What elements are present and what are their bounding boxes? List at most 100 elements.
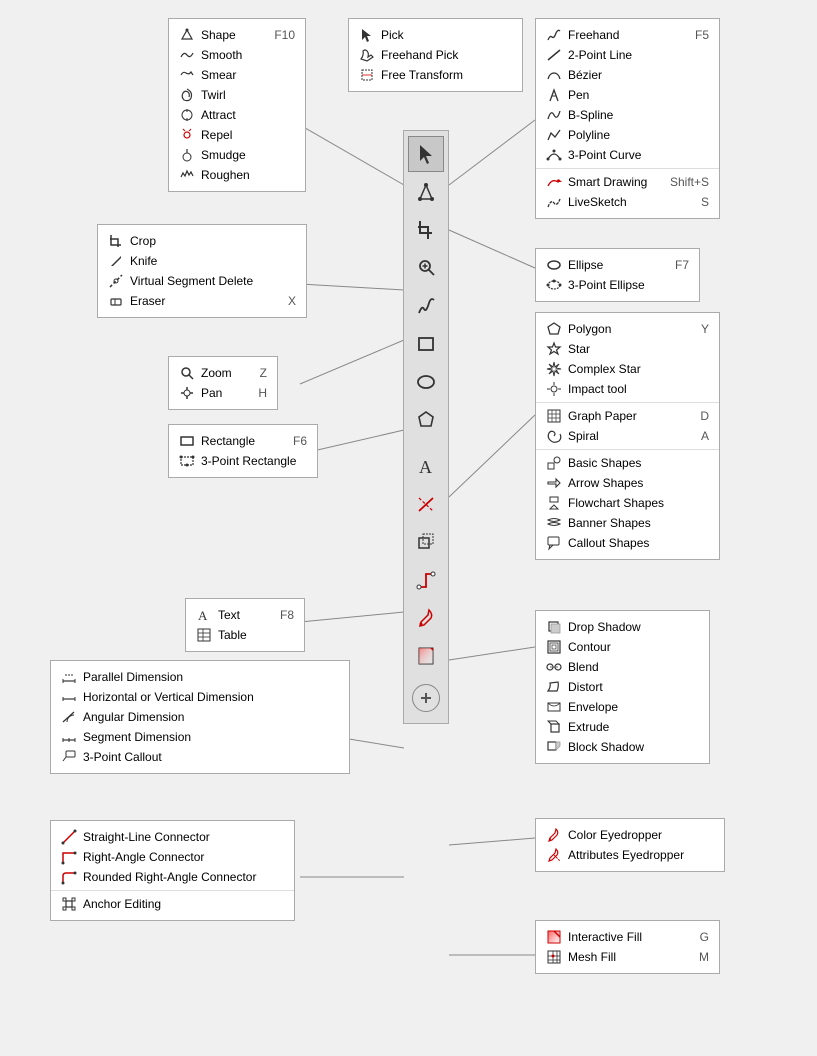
graph-paper-icon [546,408,562,424]
freehand-tool[interactable]: Freehand F5 [536,25,719,45]
spiral-tool[interactable]: Spiral A [536,426,719,446]
bezier-tool[interactable]: Bézier [536,65,719,85]
toolbar-draw-btn[interactable] [408,288,444,324]
attract-tool[interactable]: Attract [169,105,305,125]
repel-tool[interactable]: Repel [169,125,305,145]
main-toolbar: A [403,130,449,724]
virtual-segment-tool[interactable]: Virtual Segment Delete [98,271,306,291]
banner-shapes-tool[interactable]: Banner Shapes [536,513,719,533]
3pt-ellipse-tool[interactable]: 3-Point Ellipse [536,275,699,295]
parallel-dim-tool[interactable]: Parallel Dimension [51,667,349,687]
right-angle-connector-icon [61,849,77,865]
color-eyedropper-tool[interactable]: Color Eyedropper [536,825,724,845]
smart-drawing-tool[interactable]: Smart Drawing Shift+S [536,172,719,192]
toolbar-crop-btn[interactable] [408,212,444,248]
rounded-connector-tool[interactable]: Rounded Right-Angle Connector [51,867,294,887]
shape-tool[interactable]: Shape F10 [169,25,305,45]
3pt-curve-tool[interactable]: 3-Point Curve [536,145,719,165]
complex-star-icon [546,361,562,377]
crop-tool[interactable]: Crop [98,231,306,251]
livesketch-tool[interactable]: LiveSketch S [536,192,719,212]
envelope-tool[interactable]: Envelope [536,697,709,717]
zoom-tool[interactable]: Zoom Z [169,363,277,383]
pan-icon [179,385,195,401]
rectangle-tool[interactable]: Rectangle F6 [169,431,317,451]
freehand-pick-tool[interactable]: Freehand Pick [349,45,522,65]
toolbar-effects-btn[interactable] [408,524,444,560]
angular-dim-tool[interactable]: Angular Dimension [51,707,349,727]
divider2 [536,402,719,403]
distort-tool[interactable]: Distort [536,677,709,697]
block-shadow-tool[interactable]: Block Shadow [536,737,709,757]
drop-shadow-tool[interactable]: Drop Shadow [536,617,709,637]
dimension-panel: Parallel Dimension Horizontal or Vertica… [50,660,350,774]
toolbar-polygon-btn[interactable] [408,402,444,438]
toolbar-eyedropper-btn[interactable] [408,600,444,636]
toolbar-dim-btn[interactable] [408,486,444,522]
fill-panel: Interactive Fill G Mesh Fill M [535,920,720,974]
horiz-dim-tool[interactable]: Horizontal or Vertical Dimension [51,687,349,707]
free-transform-tool[interactable]: Free Transform [349,65,522,85]
polygon-tool[interactable]: Polygon Y [536,319,719,339]
toolbar-fill-btn[interactable] [408,638,444,674]
2pt-line-tool[interactable]: 2-Point Line [536,45,719,65]
toolbar-connector-btn[interactable] [408,562,444,598]
toolbar-shape-btn[interactable] [408,174,444,210]
callout-shapes-tool[interactable]: Callout Shapes [536,533,719,553]
smooth-tool[interactable]: Smooth [169,45,305,65]
twirl-tool[interactable]: Twirl [169,85,305,105]
contour-tool[interactable]: Contour [536,637,709,657]
table-tool[interactable]: Table [186,625,304,645]
pan-tool[interactable]: Pan H [169,383,277,403]
interactive-fill-tool[interactable]: Interactive Fill G [536,927,719,947]
toolbar-ellipse-btn[interactable] [408,364,444,400]
graph-paper-tool[interactable]: Graph Paper D [536,406,719,426]
polyline-icon [546,127,562,143]
divider3 [536,449,719,450]
arrow-shapes-tool[interactable]: Arrow Shapes [536,473,719,493]
drop-shadow-icon [546,619,562,635]
mesh-fill-tool[interactable]: Mesh Fill M [536,947,719,967]
freehand-icon [546,27,562,43]
smudge-tool[interactable]: Smudge [169,145,305,165]
attr-eyedropper-tool[interactable]: Attributes Eyedropper [536,845,724,865]
pick-panel: Pick Freehand Pick Free Transform [348,18,523,92]
pen-tool[interactable]: Pen [536,85,719,105]
segment-dim-tool[interactable]: Segment Dimension [51,727,349,747]
3pt-rectangle-tool[interactable]: 3-Point Rectangle [169,451,317,471]
star-tool[interactable]: Star [536,339,719,359]
anchor-editing-tool[interactable]: Anchor Editing [51,894,294,914]
blend-tool[interactable]: Blend [536,657,709,677]
basic-shapes-tool[interactable]: Basic Shapes [536,453,719,473]
bspline-tool[interactable]: B-Spline [536,105,719,125]
polyline-tool[interactable]: Polyline [536,125,719,145]
crop-icon [108,233,124,249]
twirl-icon [179,87,195,103]
toolbar-zoom-btn[interactable] [408,250,444,286]
3pt-callout-tool[interactable]: 3-Point Callout [51,747,349,767]
pen-icon [546,87,562,103]
smear-tool[interactable]: Smear [169,65,305,85]
flowchart-shapes-tool[interactable]: Flowchart Shapes [536,493,719,513]
segment-dim-icon [61,729,77,745]
pick-tool[interactable]: Pick [349,25,522,45]
eraser-tool[interactable]: Eraser X [98,291,306,311]
toolbar-add-btn[interactable] [412,684,440,712]
straight-connector-icon [61,829,77,845]
connector-panel: Straight-Line Connector Right-Angle Conn… [50,820,295,921]
right-angle-connector-tool[interactable]: Right-Angle Connector [51,847,294,867]
text-tool[interactable]: A Text F8 [186,605,304,625]
svg-text:A: A [419,457,432,477]
table-icon [196,627,212,643]
roughen-tool[interactable]: Roughen [169,165,305,185]
toolbar-pick-btn[interactable] [408,136,444,172]
extrude-tool[interactable]: Extrude [536,717,709,737]
knife-tool[interactable]: Knife [98,251,306,271]
virtual-segment-icon [108,273,124,289]
toolbar-text-btn[interactable]: A [408,448,444,484]
straight-connector-tool[interactable]: Straight-Line Connector [51,827,294,847]
complex-star-tool[interactable]: Complex Star [536,359,719,379]
toolbar-rect-btn[interactable] [408,326,444,362]
ellipse-tool[interactable]: Ellipse F7 [536,255,699,275]
impact-tool[interactable]: Impact tool [536,379,719,399]
